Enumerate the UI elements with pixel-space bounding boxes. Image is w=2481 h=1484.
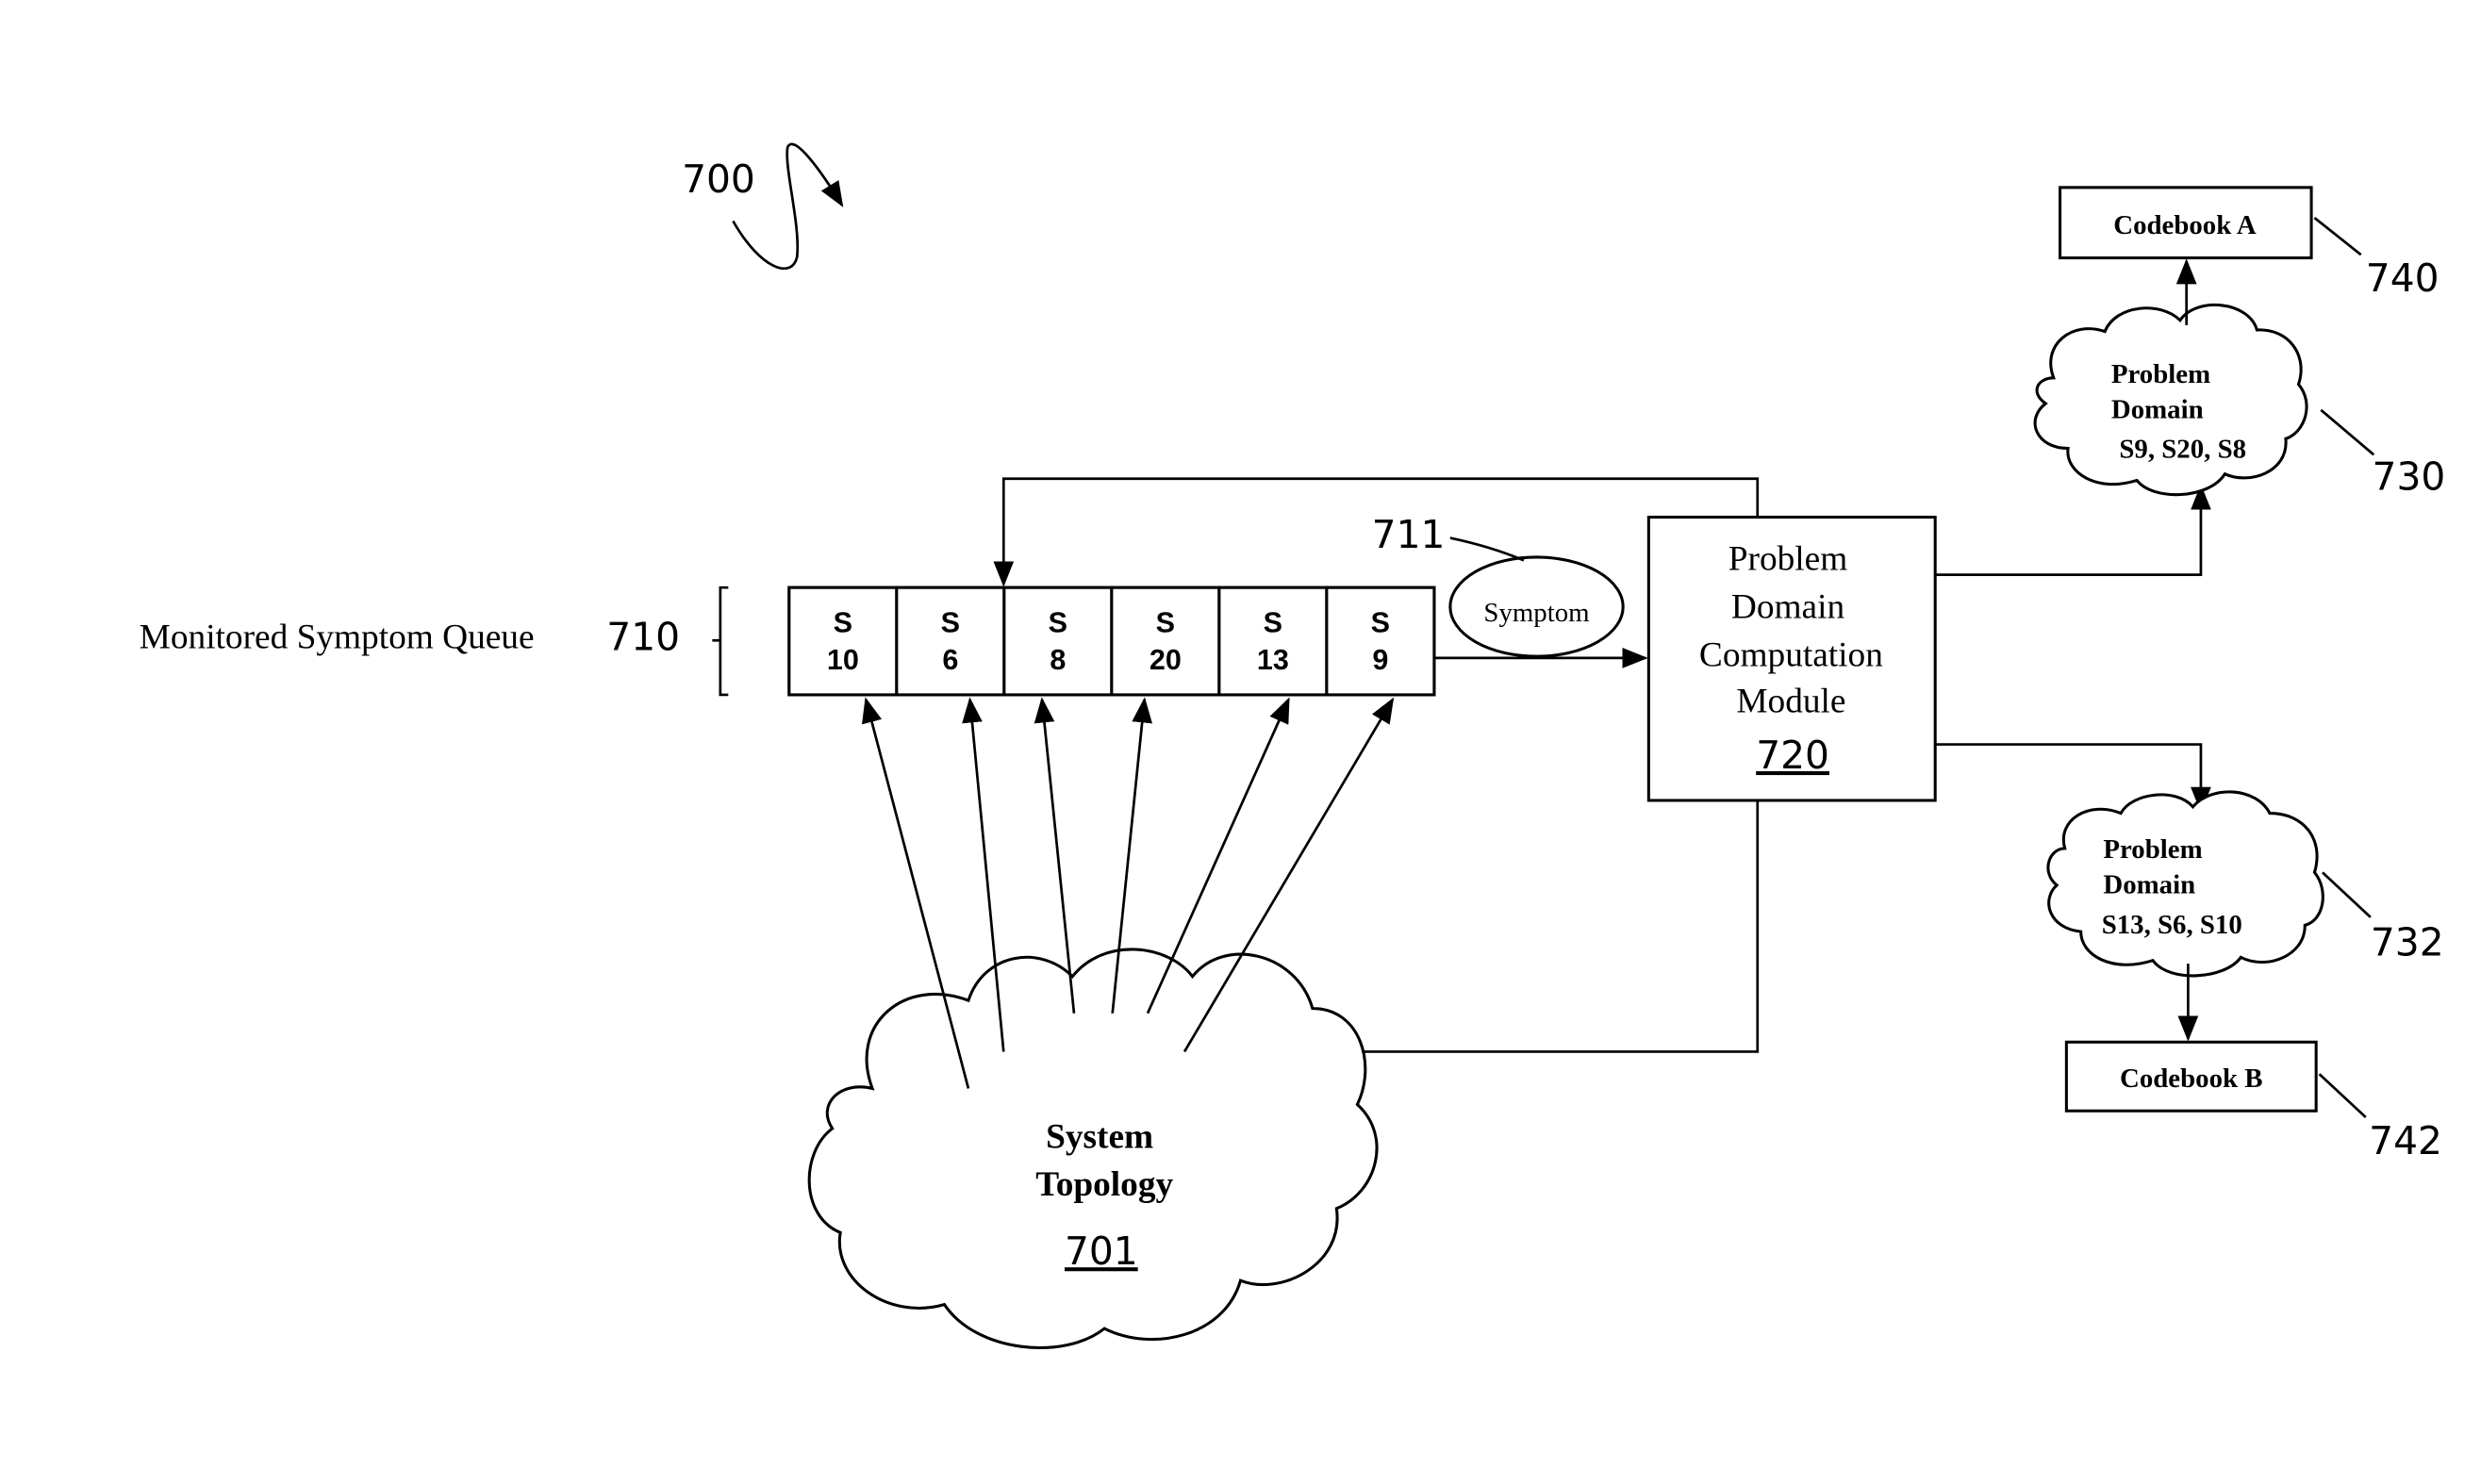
topology-ref: 701 (1065, 1228, 1138, 1274)
queue-cell-number: 13 (1257, 644, 1289, 676)
computation-module: Problem Domain Computation Module 720 (1646, 515, 1937, 802)
symptom-leader-line (1449, 536, 1525, 562)
queue-cell: S6 (895, 585, 1006, 697)
codebook-a-label: Codebook A (2113, 210, 2257, 240)
problem-domain-b-cloud: Problem Domain S13, S6, S10 732 (2046, 790, 2444, 978)
queue-cell-number: 8 (1050, 644, 1066, 676)
symptom-ref: 711 (1372, 512, 1446, 557)
queue-cell-box (1325, 585, 1436, 697)
domain-b-leader-line (2322, 871, 2372, 918)
queue-ref: 710 (606, 614, 680, 659)
queue-cell-number: 20 (1150, 644, 1182, 676)
symptom-label: Symptom (1483, 598, 1589, 628)
queue-cell-box (787, 585, 899, 697)
module-line-4: Module (1736, 683, 1845, 721)
queue-cell-box (895, 585, 1006, 697)
module-line-1: Problem (1728, 540, 1848, 579)
queue-cell-prefix: S (1156, 607, 1175, 639)
domain-b-line-2: Domain (2103, 869, 2195, 899)
queue-cell-number: 6 (942, 644, 958, 676)
queue-cell: S9 (1325, 585, 1436, 697)
queue-cell-number: 10 (827, 644, 859, 676)
codebook-a-leader-line (2313, 217, 2362, 256)
codebook-b-ref: 742 (2369, 1118, 2442, 1163)
codebook-b-label: Codebook B (2120, 1064, 2262, 1094)
domain-b-line-3: S13, S6, S10 (2102, 910, 2242, 940)
system-topology-cloud: System Topology 701 (807, 948, 1379, 1349)
diagram-canvas: 700 Monitored Symptom Queue 710 S10S6S8S… (140, 142, 2446, 1349)
problem-domain-a-cloud: Problem Domain S9, S20, S8 730 (2033, 303, 2446, 500)
queue-cell: S 20 (1110, 585, 1221, 697)
queue-cell-box (1217, 585, 1329, 697)
topology-line-2: Topology (1035, 1165, 1173, 1204)
domain-a-line-1: Problem (2111, 359, 2210, 389)
domain-a-ref: 730 (2373, 454, 2446, 500)
topology-line-1: System (1046, 1117, 1153, 1156)
figure-ref-700: 700 (682, 142, 844, 271)
queue-cell-prefix: S (1049, 607, 1067, 639)
queue-cell-prefix: S (1371, 607, 1390, 639)
domain-a-leader-line (2320, 408, 2375, 456)
codebook-a: Codebook A 740 (2059, 186, 2440, 301)
queue-cell-prefix: S (941, 607, 960, 639)
queue-cell-prefix: S (1264, 607, 1282, 639)
symptom-queue: S10S6S8S20S13S9 (787, 585, 1436, 697)
queue-cell: S 13 (1217, 585, 1329, 697)
module-line-2: Domain (1731, 587, 1845, 626)
queue-cell: S8 (1002, 585, 1114, 697)
domain-b-ref: 732 (2371, 920, 2444, 965)
module-to-domain-a-arrow (1935, 484, 2211, 576)
queue-label: Monitored Symptom Queue (140, 618, 535, 657)
queue-cell-box (1110, 585, 1221, 697)
queue-cell: S 10 (787, 585, 899, 697)
domain-b-line-1: Problem (2103, 834, 2202, 865)
queue-cell-box (1002, 585, 1114, 697)
codebook-a-ref: 740 (2366, 256, 2440, 301)
queue-cell-number: 9 (1372, 644, 1388, 676)
queue-brace (712, 585, 729, 697)
module-ref: 720 (1756, 733, 1829, 778)
domain-a-line-2: Domain (2111, 394, 2204, 424)
codebook-b: Codebook B 742 (2064, 1040, 2442, 1163)
figure-ref-label: 700 (682, 157, 755, 202)
module-line-3: Computation (1699, 635, 1883, 674)
codebook-b-leader-line (2318, 1073, 2367, 1119)
queue-cell-prefix: S (834, 607, 852, 639)
domain-a-line-3: S9, S20, S8 (2119, 435, 2246, 465)
module-to-topology-arrow (1290, 800, 1760, 1063)
